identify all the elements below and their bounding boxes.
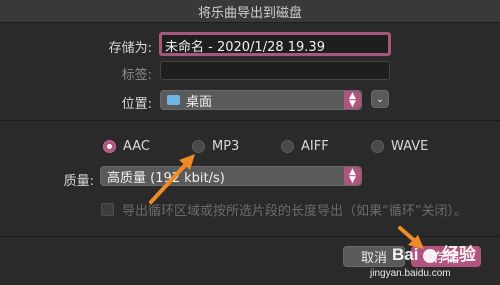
arrow-icon	[149, 154, 195, 204]
watermark-brand: Bai	[392, 245, 419, 264]
watermark-url: jingyan.baidu.com	[370, 268, 451, 279]
watermark-logo: Bai 经验	[392, 240, 476, 265]
paw-icon	[423, 248, 438, 263]
watermark-brand2: 经验	[441, 245, 476, 264]
